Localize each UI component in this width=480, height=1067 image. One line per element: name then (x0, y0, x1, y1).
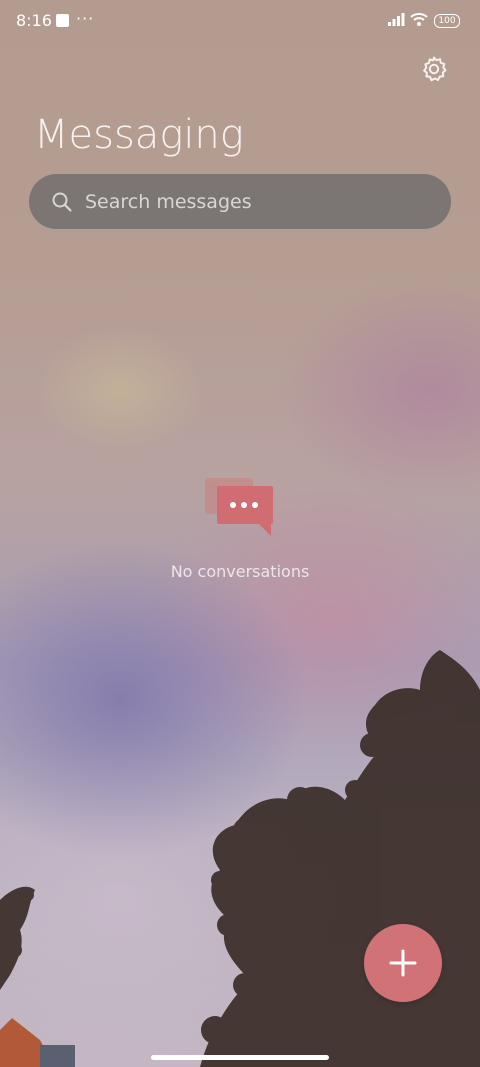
gear-icon (423, 56, 447, 82)
notification-icon (56, 14, 69, 27)
empty-state-label: No conversations (170, 562, 310, 581)
search-placeholder: Search messages (85, 190, 252, 213)
home-indicator[interactable] (151, 1055, 329, 1060)
more-notifications-icon: ··· (76, 9, 95, 28)
status-time: 8:16 (16, 11, 52, 30)
status-bar: 8:16 ··· 100 (0, 0, 480, 44)
search-input[interactable]: Search messages (29, 174, 451, 229)
signal-icon (388, 13, 405, 26)
plus-icon (389, 949, 417, 977)
settings-button[interactable] (418, 53, 450, 85)
battery-indicator: 100 (434, 14, 460, 28)
wifi-icon (410, 13, 428, 26)
page-title: Messaging (34, 112, 244, 158)
chat-bubble-icon (205, 476, 275, 540)
empty-state: No conversations (0, 476, 480, 581)
search-icon (51, 191, 73, 213)
new-conversation-button[interactable] (364, 924, 442, 1002)
